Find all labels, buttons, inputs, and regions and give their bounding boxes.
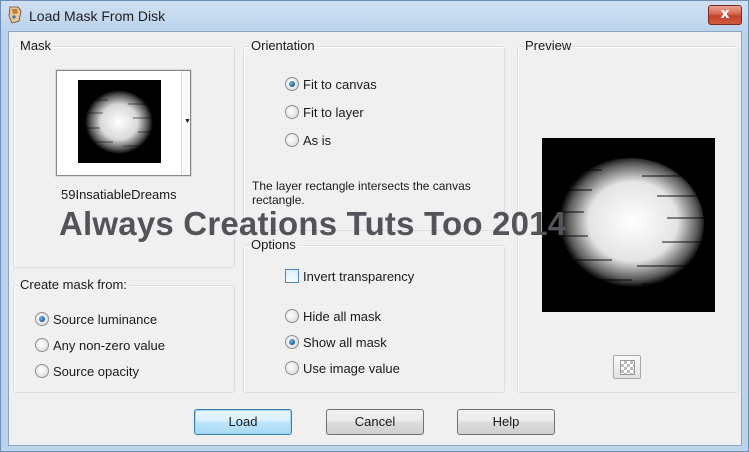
close-button[interactable]: x xyxy=(708,5,742,25)
create-mask-group-title: Create mask from: xyxy=(18,277,129,292)
orientation-info-text: The layer rectangle intersects the canva… xyxy=(252,179,471,207)
radio-source-luminance[interactable]: Source luminance xyxy=(35,310,157,328)
radio-button[interactable] xyxy=(285,133,299,147)
radio-label: Show all mask xyxy=(303,334,387,350)
mask-thumbnail-selector[interactable]: ▼ xyxy=(56,70,191,176)
radio-label: As is xyxy=(303,132,332,148)
mask-thumbnail xyxy=(78,80,161,163)
checkbox[interactable] xyxy=(285,269,299,283)
cancel-button[interactable]: Cancel xyxy=(326,409,424,435)
preview-toggle-button[interactable] xyxy=(613,355,641,379)
invert-transparency-checkbox[interactable]: Invert transparency xyxy=(285,267,414,285)
radio-button[interactable] xyxy=(285,105,299,119)
radio-label: Use image value xyxy=(303,360,400,376)
help-button[interactable]: Help xyxy=(457,409,555,435)
radio-use-image-value[interactable]: Use image value xyxy=(285,359,400,377)
radio-button[interactable] xyxy=(285,77,299,91)
title-bar[interactable]: Load Mask From Disk x xyxy=(1,1,748,31)
radio-label: Fit to layer xyxy=(303,104,364,120)
mask-dropdown-arrow[interactable]: ▼ xyxy=(181,71,191,175)
dialog-window: Load Mask From Disk x Mask ▼ 59Insatiabl… xyxy=(0,0,749,452)
watermark-text: Always Creations Tuts Too 2014 xyxy=(59,205,567,242)
radio-button[interactable] xyxy=(285,335,299,349)
radio-fit-to-canvas[interactable]: Fit to canvas xyxy=(285,75,377,93)
radio-button[interactable] xyxy=(35,338,49,352)
mask-name-label: 59InsatiableDreams xyxy=(61,187,177,202)
radio-fit-to-layer[interactable]: Fit to layer xyxy=(285,103,364,121)
radio-as-is[interactable]: As is xyxy=(285,131,331,149)
mask-group-title: Mask xyxy=(18,38,54,53)
window-title: Load Mask From Disk xyxy=(29,8,166,24)
radio-label: Source luminance xyxy=(53,311,158,327)
radio-button[interactable] xyxy=(35,312,49,326)
radio-show-all-mask[interactable]: Show all mask xyxy=(285,333,387,351)
radio-button[interactable] xyxy=(285,361,299,375)
radio-any-non-zero-value[interactable]: Any non-zero value xyxy=(35,336,165,354)
radio-label: Source opacity xyxy=(53,363,139,379)
radio-label: Fit to canvas xyxy=(303,76,377,92)
radio-label: Any non-zero value xyxy=(53,337,166,353)
radio-button[interactable] xyxy=(285,309,299,323)
close-icon: x xyxy=(720,6,730,22)
checkerboard-icon xyxy=(620,360,635,375)
radio-label: Hide all mask xyxy=(303,308,382,324)
radio-hide-all-mask[interactable]: Hide all mask xyxy=(285,307,381,325)
radio-button[interactable] xyxy=(35,364,49,378)
radio-source-opacity[interactable]: Source opacity xyxy=(35,362,139,380)
checkbox-label: Invert transparency xyxy=(303,268,415,284)
preview-group-title: Preview xyxy=(523,38,574,53)
chevron-down-icon: ▼ xyxy=(184,118,191,125)
mask-preview xyxy=(542,138,715,312)
app-icon xyxy=(8,6,22,24)
orientation-group-title: Orientation xyxy=(249,38,317,53)
dialog-body: Mask ▼ 59InsatiableDreams Create mask fr… xyxy=(8,31,742,446)
load-button[interactable]: Load xyxy=(194,409,292,435)
